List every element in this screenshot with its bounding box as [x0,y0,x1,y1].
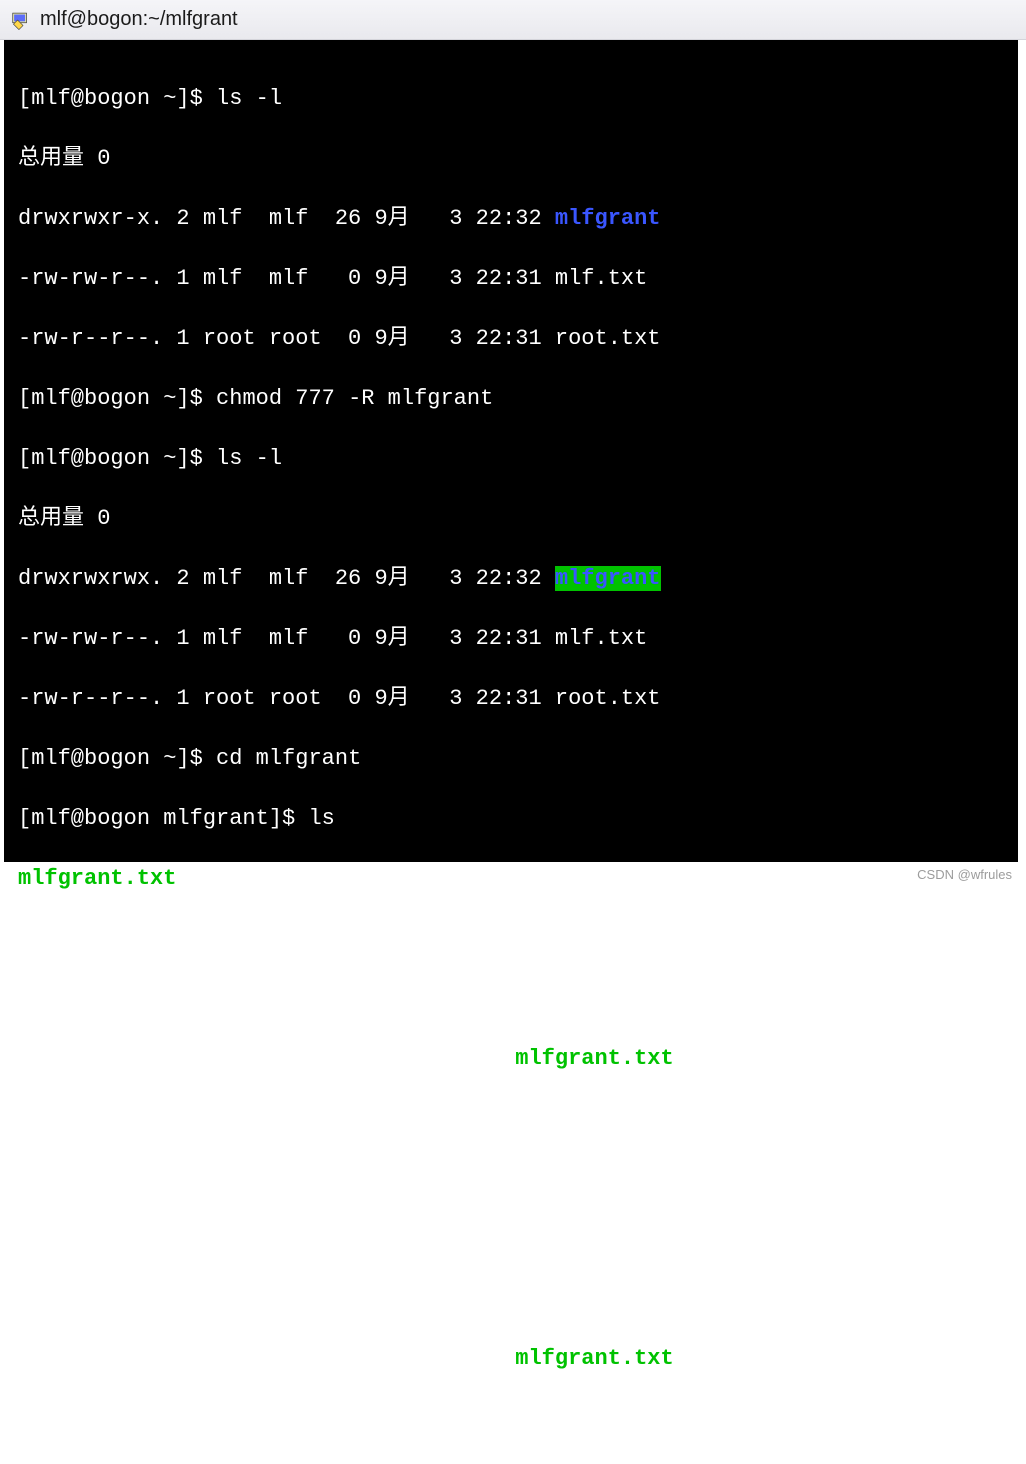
terminal-line: [mlf@bogon ~]$ chmod 777 -R mlfgrant [18,384,1004,414]
terminal-line: [mlf@bogon mlfgrant]$ ls [18,804,1004,834]
terminal-line: -rw-rw-r--. 1 mlf mlf 0 9月 3 22:31 mlf.t… [18,264,1004,294]
terminal-line: -rw-rw-r--. 1 mlf mlf 0 9月 3 22:31 mlf.t… [18,624,1004,654]
terminal-line: [mlf@bogon mlfgrant]$ [18,1404,1004,1434]
terminal-line: [mlf@bogon ~]$ cd mlfgrant [18,744,1004,774]
watermark-text: CSDN @wfrules [917,867,1012,882]
terminal-line: -rwxrwxrwx. 1 mlf mlf 0 9月 3 22:32 mlfgr… [18,1344,1004,1374]
terminal-line: [mlf@bogon mlfgrant]$ ls -l [18,924,1004,954]
terminal-line: drwxrwxrwx. 2 mlf mlf 26 9月 3 22:32 mlfg… [18,564,1004,594]
terminal-line: 总用量 0 [18,984,1004,1014]
executable-name: mlfgrant.txt [515,1346,673,1371]
terminal-cursor [310,1404,324,1426]
executable-name: mlfgrant.txt [18,866,176,891]
putty-icon [10,9,32,31]
terminal-line: [mlf@bogon ~]$ ls -l [18,84,1004,114]
terminal-line: -rw-r--r--. 1 root root 0 9月 3 22:31 roo… [18,684,1004,714]
terminal-viewport[interactable]: [mlf@bogon ~]$ ls -l 总用量 0 drwxrwxr-x. 2… [4,40,1018,862]
directory-name: mlfgrant [555,206,661,231]
terminal-line: [mlf@bogon mlfgrant]$ touch mlfgrant2.tx… [18,1104,1004,1134]
terminal-line: [mlf@bogon mlfgrant]$ ls -l [18,1164,1004,1194]
executable-name: mlfgrant.txt [515,1046,673,1071]
directory-name-highlighted: mlfgrant [555,566,661,591]
window-titlebar: mlf@bogon:~/mlfgrant [0,0,1026,40]
terminal-line: drwxrwxr-x. 2 mlf mlf 26 9月 3 22:32 mlfg… [18,204,1004,234]
terminal-line: -rw-r--r--. 1 root root 0 9月 3 22:31 roo… [18,324,1004,354]
window-title: mlf@bogon:~/mlfgrant [40,8,238,31]
terminal-line: [mlf@bogon ~]$ ls -l [18,444,1004,474]
terminal-line: -rw-rw-r--. 1 mlf mlf 0 9月 3 22:35 mlfgr… [18,1284,1004,1314]
terminal-line: 总用量 0 [18,1224,1004,1254]
terminal-line: 总用量 0 [18,144,1004,174]
terminal-line: 总用量 0 [18,504,1004,534]
terminal-line: -rwxrwxrwx. 1 mlf mlf 0 9月 3 22:32 mlfgr… [18,1044,1004,1074]
